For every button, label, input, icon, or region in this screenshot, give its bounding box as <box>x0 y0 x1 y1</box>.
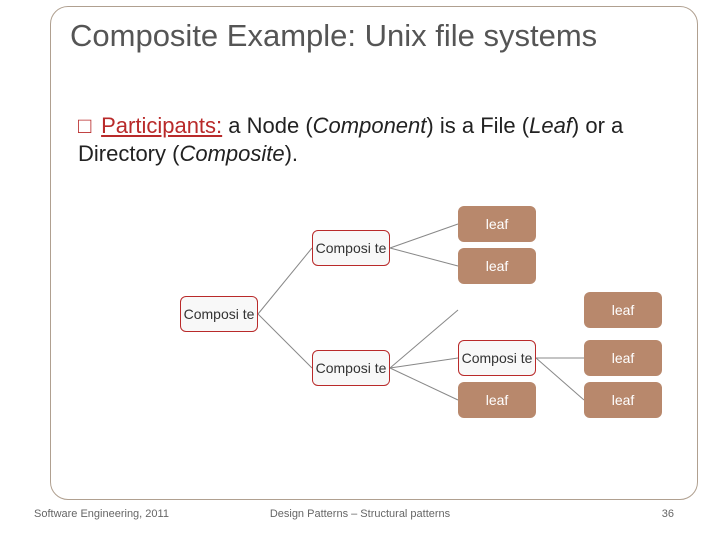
body-paragraph: □Participants: a Node (Component) is a F… <box>78 112 668 167</box>
leaf-1: leaf <box>458 206 536 242</box>
leaf-5: leaf <box>584 340 662 376</box>
composite-word: Composite <box>179 141 284 166</box>
composite-inner: Composi te <box>458 340 536 376</box>
composite-top: Composi te <box>312 230 390 266</box>
leaf-3: leaf <box>584 292 662 328</box>
leaf-word: Leaf <box>529 113 572 138</box>
composite-bottom: Composi te <box>312 350 390 386</box>
leaf-4: leaf <box>458 382 536 418</box>
page-number: 36 <box>662 508 674 520</box>
lead-word: Participants: <box>101 113 222 138</box>
footer-center: Design Patterns – Structural patterns <box>0 508 720 520</box>
txt2: ) is a File ( <box>426 113 529 138</box>
txt1: a Node ( <box>222 113 313 138</box>
tree-diagram: Composi te Composi te Composi te leaf le… <box>180 210 700 420</box>
txt4: ). <box>285 141 298 166</box>
bullet-icon: □ <box>78 112 101 140</box>
leaf-2: leaf <box>458 248 536 284</box>
slide-title: Composite Example: Unix file systems <box>70 18 660 55</box>
root-composite: Composi te <box>180 296 258 332</box>
component-word: Component <box>313 113 427 138</box>
leaf-6: leaf <box>584 382 662 418</box>
